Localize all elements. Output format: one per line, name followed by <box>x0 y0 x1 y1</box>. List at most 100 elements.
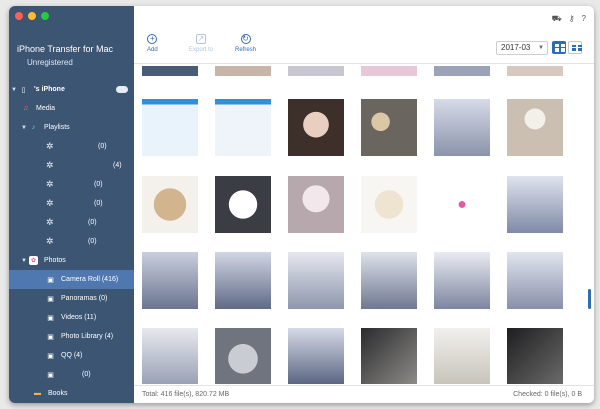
expand-arrow-icon[interactable]: ▼ <box>9 87 19 93</box>
photo-thumbnail[interactable] <box>507 328 563 384</box>
sidebar-item-label: Photo Library (4) <box>61 333 114 340</box>
photos-icon: ✿ <box>29 256 38 265</box>
large-grid-view-button[interactable] <box>568 41 582 54</box>
gear-icon: ✲ <box>46 198 54 208</box>
refresh-label: Refresh <box>235 47 257 53</box>
sidebar-item-playlists[interactable]: ▼ ♪ Playlists <box>9 118 134 137</box>
photo-thumbnail[interactable] <box>288 66 344 76</box>
album-icon: ▣ <box>47 295 54 303</box>
close-icon[interactable] <box>15 12 23 20</box>
export-label: Export to <box>189 47 214 53</box>
sidebar-item-media[interactable]: ♫ Media <box>9 99 134 118</box>
sidebar-item-label: Media <box>36 105 56 112</box>
app-title: iPhone Transfer for Mac <box>17 44 114 54</box>
date-filter-value: 2017-03 <box>501 43 531 52</box>
sidebar-item-camera-roll[interactable]: ▣ Camera Roll (416) <box>9 270 134 289</box>
photo-thumbnail[interactable] <box>361 99 417 156</box>
playlist-count: (0) <box>88 238 97 245</box>
photo-thumbnail[interactable] <box>288 252 344 309</box>
toolbar: + Add ↗ Export to ↻ Refresh 2017-03 ▼ <box>134 34 594 64</box>
album-icon: ▣ <box>47 276 54 284</box>
total-files: Total: 416 file(s), 820.72 MB <box>142 391 230 398</box>
photo-thumbnail[interactable] <box>142 66 198 76</box>
sidebar-item-photos[interactable]: ▼ ✿ Photos <box>9 251 134 270</box>
photo-thumbnail[interactable] <box>215 66 271 76</box>
sidebar-item-label: Books <box>48 390 68 397</box>
album-icon: ▣ <box>47 333 54 341</box>
photo-thumbnail[interactable] <box>215 176 271 233</box>
sidebar-item-device[interactable]: ▼ ▯ 's iPhone <box>9 80 134 99</box>
scrollbar[interactable] <box>588 289 591 309</box>
sidebar-item-playlist[interactable]: ✲ (0) <box>9 175 134 194</box>
sidebar-item-playlist[interactable]: ✲ (0) <box>9 232 134 251</box>
album-icon: ▣ <box>47 352 54 360</box>
sidebar-item-books[interactable]: ▬ Books <box>9 384 134 403</box>
photo-thumbnail[interactable] <box>507 66 563 76</box>
cart-icon[interactable]: ⛟ <box>552 14 562 24</box>
photo-thumbnail[interactable] <box>215 328 271 384</box>
chevron-down-icon: ▼ <box>538 45 544 51</box>
sidebar-item-panoramas[interactable]: ▣ Panoramas (0) <box>9 289 134 308</box>
photo-thumbnail[interactable] <box>288 176 344 233</box>
photo-thumbnail[interactable] <box>142 328 198 384</box>
refresh-button[interactable]: ↻ Refresh <box>235 34 256 53</box>
sidebar-item-label: Panoramas (0) <box>61 295 108 302</box>
photo-grid <box>134 66 594 384</box>
question-icon[interactable]: ? <box>582 14 586 24</box>
photo-thumbnail[interactable] <box>507 252 563 309</box>
photo-thumbnail[interactable] <box>142 176 198 233</box>
registration-status: Unregistered <box>27 58 73 67</box>
book-icon: ▬ <box>34 390 41 397</box>
export-button[interactable]: ↗ Export to <box>189 34 213 53</box>
photo-thumbnail[interactable] <box>434 99 490 156</box>
expand-arrow-icon[interactable]: ▼ <box>19 258 29 264</box>
sidebar-item-playlist[interactable]: ✲ (0) <box>9 213 134 232</box>
app-window: iPhone Transfer for Mac Unregistered ▼ ▯… <box>9 6 594 403</box>
photo-thumbnail[interactable] <box>507 99 563 156</box>
playlist-count: (4) <box>113 162 122 169</box>
sidebar-item-videos[interactable]: ▣ Videos (11) <box>9 308 134 327</box>
photo-thumbnail[interactable] <box>434 176 490 233</box>
gear-icon: ✲ <box>46 141 54 151</box>
minimize-icon[interactable] <box>28 12 36 20</box>
photo-thumbnail[interactable] <box>215 252 271 309</box>
photo-thumbnail[interactable] <box>434 252 490 309</box>
status-bar: Total: 416 file(s), 820.72 MB Checked: 0… <box>134 385 594 403</box>
photo-thumbnail[interactable] <box>434 66 490 76</box>
photo-thumbnail[interactable] <box>361 252 417 309</box>
photo-thumbnail[interactable] <box>361 66 417 76</box>
window-controls <box>15 12 49 20</box>
photo-thumbnail[interactable] <box>288 328 344 384</box>
photo-thumbnail[interactable] <box>361 176 417 233</box>
sidebar: iPhone Transfer for Mac Unregistered ▼ ▯… <box>9 6 134 403</box>
expand-arrow-icon[interactable]: ▼ <box>19 125 29 131</box>
photo-thumbnail[interactable] <box>288 99 344 156</box>
sidebar-item-playlist[interactable]: ✲ (0) <box>9 137 134 156</box>
gear-icon: ✲ <box>46 217 54 227</box>
zoom-icon[interactable] <box>41 12 49 20</box>
photo-thumbnail[interactable] <box>507 176 563 233</box>
photo-thumbnail[interactable] <box>361 328 417 384</box>
sidebar-item-playlist[interactable]: ✲ (4) <box>9 156 134 175</box>
sidebar-item-qq[interactable]: ▣ QQ (4) <box>9 346 134 365</box>
eject-icon[interactable] <box>116 86 128 93</box>
date-filter-select[interactable]: 2017-03 ▼ <box>496 41 548 55</box>
photo-thumbnail[interactable] <box>434 328 490 384</box>
grid-view-button[interactable] <box>552 41 566 54</box>
sidebar-item-album[interactable]: ▣ (0) <box>9 365 134 384</box>
sidebar-item-label: Photos <box>44 257 66 264</box>
main-panel: ⛟ ⚷ ? + Add ↗ Export to ↻ Refresh 2017-0… <box>134 6 594 403</box>
key-icon[interactable]: ⚷ <box>569 14 575 24</box>
playlist-count: (0) <box>94 181 103 188</box>
add-button[interactable]: + Add <box>147 34 158 53</box>
album-icon: ▣ <box>47 371 54 379</box>
photo-thumbnail[interactable] <box>142 252 198 309</box>
gear-icon: ✲ <box>46 236 54 246</box>
photo-thumbnail[interactable] <box>142 99 198 156</box>
gear-icon: ✲ <box>46 179 54 189</box>
sidebar-item-photo-library[interactable]: ▣ Photo Library (4) <box>9 327 134 346</box>
photo-thumbnail[interactable] <box>215 99 271 156</box>
playlist-count: (0) <box>98 143 107 150</box>
checked-files: Checked: 0 file(s), 0 B <box>513 391 582 398</box>
sidebar-item-playlist[interactable]: ✲ (0) <box>9 194 134 213</box>
